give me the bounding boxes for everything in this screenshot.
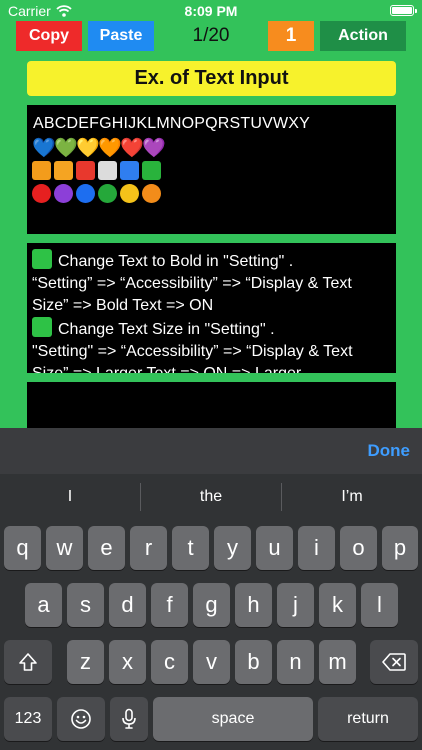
status-time: 8:09 PM [184, 3, 238, 19]
square-icon [76, 161, 95, 180]
page-title: Ex. of Text Input [27, 61, 396, 96]
delete-key[interactable] [370, 640, 418, 684]
instruction-text: Change Text Size in "Setting" . [58, 321, 275, 338]
key-s[interactable]: s [67, 583, 104, 627]
green-square-icon [32, 249, 52, 269]
keyboard-accessory-bar: Done [0, 428, 422, 474]
circle-icon [120, 184, 139, 203]
key-o[interactable]: o [340, 526, 377, 570]
keyboard: Done I the I’m q w e r t y u i o p a s d… [0, 428, 422, 750]
dictation-key[interactable] [110, 697, 148, 741]
numbers-key[interactable]: 123 [4, 697, 52, 741]
key-h[interactable]: h [235, 583, 272, 627]
key-b[interactable]: b [235, 640, 272, 684]
key-r[interactable]: r [130, 526, 167, 570]
backspace-icon [382, 653, 406, 671]
square-icon [142, 161, 161, 180]
circles-row [32, 184, 161, 203]
key-z[interactable]: z [67, 640, 104, 684]
hearts-row: 💙 💚 💛 🧡 ❤️ 💜 [32, 138, 166, 159]
circle-icon [142, 184, 161, 203]
key-g[interactable]: g [193, 583, 230, 627]
microphone-icon [122, 708, 136, 729]
key-f[interactable]: f [151, 583, 188, 627]
green-heart-icon: 💚 [54, 138, 78, 159]
key-w[interactable]: w [46, 526, 83, 570]
key-u[interactable]: u [256, 526, 293, 570]
red-heart-icon: ❤️ [120, 138, 144, 159]
shift-icon [19, 653, 37, 671]
text-input-field[interactable] [27, 382, 396, 430]
key-j[interactable]: j [277, 583, 314, 627]
suggestion-item[interactable]: I [0, 474, 140, 520]
shift-key[interactable] [4, 640, 52, 684]
battery-icon [390, 5, 417, 16]
instruction-text: Change Text to Bold in "Setting" . [58, 253, 294, 270]
key-y[interactable]: y [214, 526, 251, 570]
key-x[interactable]: x [109, 640, 146, 684]
blue-heart-icon: 💙 [32, 138, 56, 159]
key-a[interactable]: a [25, 583, 62, 627]
return-key[interactable]: return [318, 697, 418, 741]
emoji-icon [71, 709, 91, 729]
square-icon [32, 161, 51, 180]
key-n[interactable]: n [277, 640, 314, 684]
key-e[interactable]: e [88, 526, 125, 570]
page-counter: 1/20 [192, 25, 230, 46]
square-icon [54, 161, 73, 180]
sample-text-panel[interactable]: ABCDEFGHIJKLMNOPQRSTUVWXY 💙 💚 💛 🧡 ❤️ 💜 [27, 105, 396, 234]
space-key[interactable]: space [153, 697, 313, 741]
key-l[interactable]: l [361, 583, 398, 627]
copy-button[interactable]: Copy [16, 21, 82, 51]
instruction-line: "Setting" => “Accessibility” => “Display… [32, 343, 353, 373]
one-button[interactable]: 1 [268, 21, 314, 51]
instructions-text-view[interactable]: Change Text to Bold in "Setting" . “Sett… [27, 243, 396, 373]
action-button[interactable]: Action [320, 21, 406, 51]
key-m[interactable]: m [319, 640, 356, 684]
purple-heart-icon: 💜 [142, 138, 166, 159]
suggestion-item[interactable]: the [141, 474, 281, 520]
key-k[interactable]: k [319, 583, 356, 627]
circle-icon [32, 184, 51, 203]
key-v[interactable]: v [193, 640, 230, 684]
orange-heart-icon: 🧡 [98, 138, 122, 159]
circle-icon [98, 184, 117, 203]
key-c[interactable]: c [151, 640, 188, 684]
key-p[interactable]: p [382, 526, 418, 570]
instruction-line: “Setting” => “Accessibility” => “Display… [32, 275, 352, 314]
key-t[interactable]: t [172, 526, 209, 570]
instructions-text: Change Text to Bold in "Setting" . “Sett… [32, 249, 390, 373]
instruction-line: Change Text Size in "Setting" . [32, 317, 390, 341]
green-square-icon [32, 317, 52, 337]
status-bar: Carrier 8:09 PM [0, 0, 422, 22]
key-i[interactable]: i [298, 526, 335, 570]
suggestion-bar: I the I’m [0, 474, 422, 520]
alphabet-text: ABCDEFGHIJKLMNOPQRSTUVWXY [33, 115, 311, 132]
yellow-heart-icon: 💛 [76, 138, 100, 159]
paste-button[interactable]: Paste [88, 21, 154, 51]
suggestion-item[interactable]: I’m [282, 474, 422, 520]
square-icon [98, 161, 117, 180]
circle-icon [54, 184, 73, 203]
emoji-key[interactable] [57, 697, 105, 741]
circle-icon [76, 184, 95, 203]
key-d[interactable]: d [109, 583, 146, 627]
square-icon [120, 161, 139, 180]
squares-row [32, 161, 161, 180]
key-q[interactable]: q [4, 526, 41, 570]
instruction-line: Change Text to Bold in "Setting" . [32, 249, 390, 273]
done-button[interactable]: Done [368, 441, 411, 461]
